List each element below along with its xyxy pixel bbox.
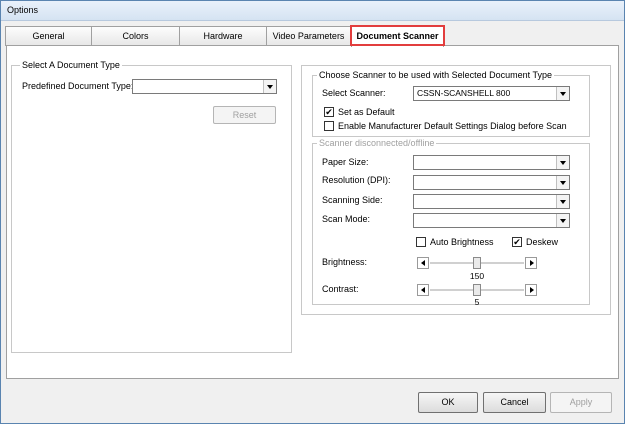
brightness-value: 150 bbox=[469, 271, 485, 281]
cancel-button[interactable]: Cancel bbox=[483, 392, 546, 413]
group-title: Select A Document Type bbox=[20, 60, 122, 71]
tab-label: Hardware bbox=[203, 31, 243, 41]
chevron-down-icon[interactable] bbox=[556, 195, 569, 208]
contrast-value: 5 bbox=[474, 297, 480, 307]
resolution-label: Resolution (DPI): bbox=[322, 175, 391, 185]
cancel-label: Cancel bbox=[500, 397, 529, 407]
slider-thumb[interactable] bbox=[473, 257, 481, 269]
tab-label: General bbox=[32, 31, 65, 41]
scanning-side-dropdown[interactable] bbox=[413, 194, 570, 209]
select-document-group: Select A Document Type Predefined Docume… bbox=[11, 60, 292, 353]
group-title: Choose Scanner to be used with Selected … bbox=[317, 70, 554, 81]
tab-panel: Select A Document Type Predefined Docume… bbox=[6, 45, 619, 379]
tab-video-parameters[interactable]: Video Parameters bbox=[266, 26, 351, 46]
choose-scanner-group: Choose Scanner to be used with Selected … bbox=[312, 70, 590, 137]
predefined-type-dropdown[interactable] bbox=[132, 79, 277, 94]
check-mark-icon: ✔ bbox=[513, 237, 521, 247]
tab-general[interactable]: General bbox=[5, 26, 92, 46]
mfr-dialog-label: Enable Manufacturer Default Settings Dia… bbox=[338, 121, 567, 131]
auto-brightness-label: Auto Brightness bbox=[430, 237, 494, 247]
set-default-checkbox[interactable]: ✔ bbox=[324, 107, 334, 117]
paper-size-label: Paper Size: bbox=[322, 157, 369, 167]
deskew-label: Deskew bbox=[526, 237, 559, 247]
chevron-down-icon[interactable] bbox=[556, 156, 569, 169]
slider-right-arrow-icon[interactable] bbox=[525, 284, 537, 296]
contrast-slider[interactable] bbox=[417, 284, 537, 296]
auto-brightness-checkbox[interactable] bbox=[416, 237, 426, 247]
check-mark-icon: ✔ bbox=[325, 107, 333, 117]
chevron-down-icon[interactable] bbox=[556, 214, 569, 227]
tab-label: Document Scanner bbox=[356, 31, 439, 41]
set-default-label: Set as Default bbox=[338, 107, 395, 117]
chevron-down-icon[interactable] bbox=[263, 80, 276, 93]
chevron-down-icon[interactable] bbox=[556, 87, 569, 100]
paper-size-dropdown[interactable] bbox=[413, 155, 570, 170]
reset-label: Reset bbox=[232, 110, 257, 120]
scan-mode-dropdown[interactable] bbox=[413, 213, 570, 228]
resolution-dropdown[interactable] bbox=[413, 175, 570, 190]
scanner-status-title: Scanner disconnected/offline bbox=[317, 138, 437, 149]
tab-document-scanner[interactable]: Document Scanner bbox=[351, 26, 444, 47]
ok-button[interactable]: OK bbox=[418, 392, 478, 413]
slider-thumb[interactable] bbox=[473, 284, 481, 296]
tab-label: Video Parameters bbox=[272, 31, 345, 41]
brightness-slider[interactable] bbox=[417, 257, 537, 269]
window-title: Options bbox=[7, 5, 39, 15]
apply-button[interactable]: Apply bbox=[550, 392, 612, 413]
predefined-type-label: Predefined Document Type: bbox=[22, 81, 134, 91]
slider-right-arrow-icon[interactable] bbox=[525, 257, 537, 269]
title-bar[interactable]: Options bbox=[1, 1, 624, 21]
mfr-dialog-checkbox[interactable] bbox=[324, 121, 334, 131]
options-window: Options General Colors Hardware Video Pa… bbox=[0, 0, 625, 424]
tab-colors[interactable]: Colors bbox=[91, 26, 180, 46]
tab-hardware[interactable]: Hardware bbox=[179, 26, 267, 46]
brightness-label: Brightness: bbox=[322, 257, 368, 267]
chevron-down-icon[interactable] bbox=[556, 176, 569, 189]
slider-left-arrow-icon[interactable] bbox=[417, 284, 429, 296]
slider-left-arrow-icon[interactable] bbox=[417, 257, 429, 269]
select-scanner-dropdown[interactable]: CSSN-SCANSHELL 800 bbox=[413, 86, 570, 101]
select-scanner-value: CSSN-SCANSHELL 800 bbox=[417, 88, 511, 98]
tab-label: Colors bbox=[122, 31, 149, 41]
apply-label: Apply bbox=[569, 397, 593, 407]
reset-button[interactable]: Reset bbox=[213, 106, 276, 124]
contrast-label: Contrast: bbox=[322, 284, 359, 294]
select-scanner-label: Select Scanner: bbox=[322, 88, 386, 98]
deskew-checkbox[interactable]: ✔ bbox=[512, 237, 522, 247]
scan-mode-label: Scan Mode: bbox=[322, 214, 371, 224]
scanner-settings-group: Scanner disconnected/offline Paper Size:… bbox=[312, 138, 590, 307]
ok-label: OK bbox=[441, 397, 455, 407]
scanning-side-label: Scanning Side: bbox=[322, 195, 383, 205]
